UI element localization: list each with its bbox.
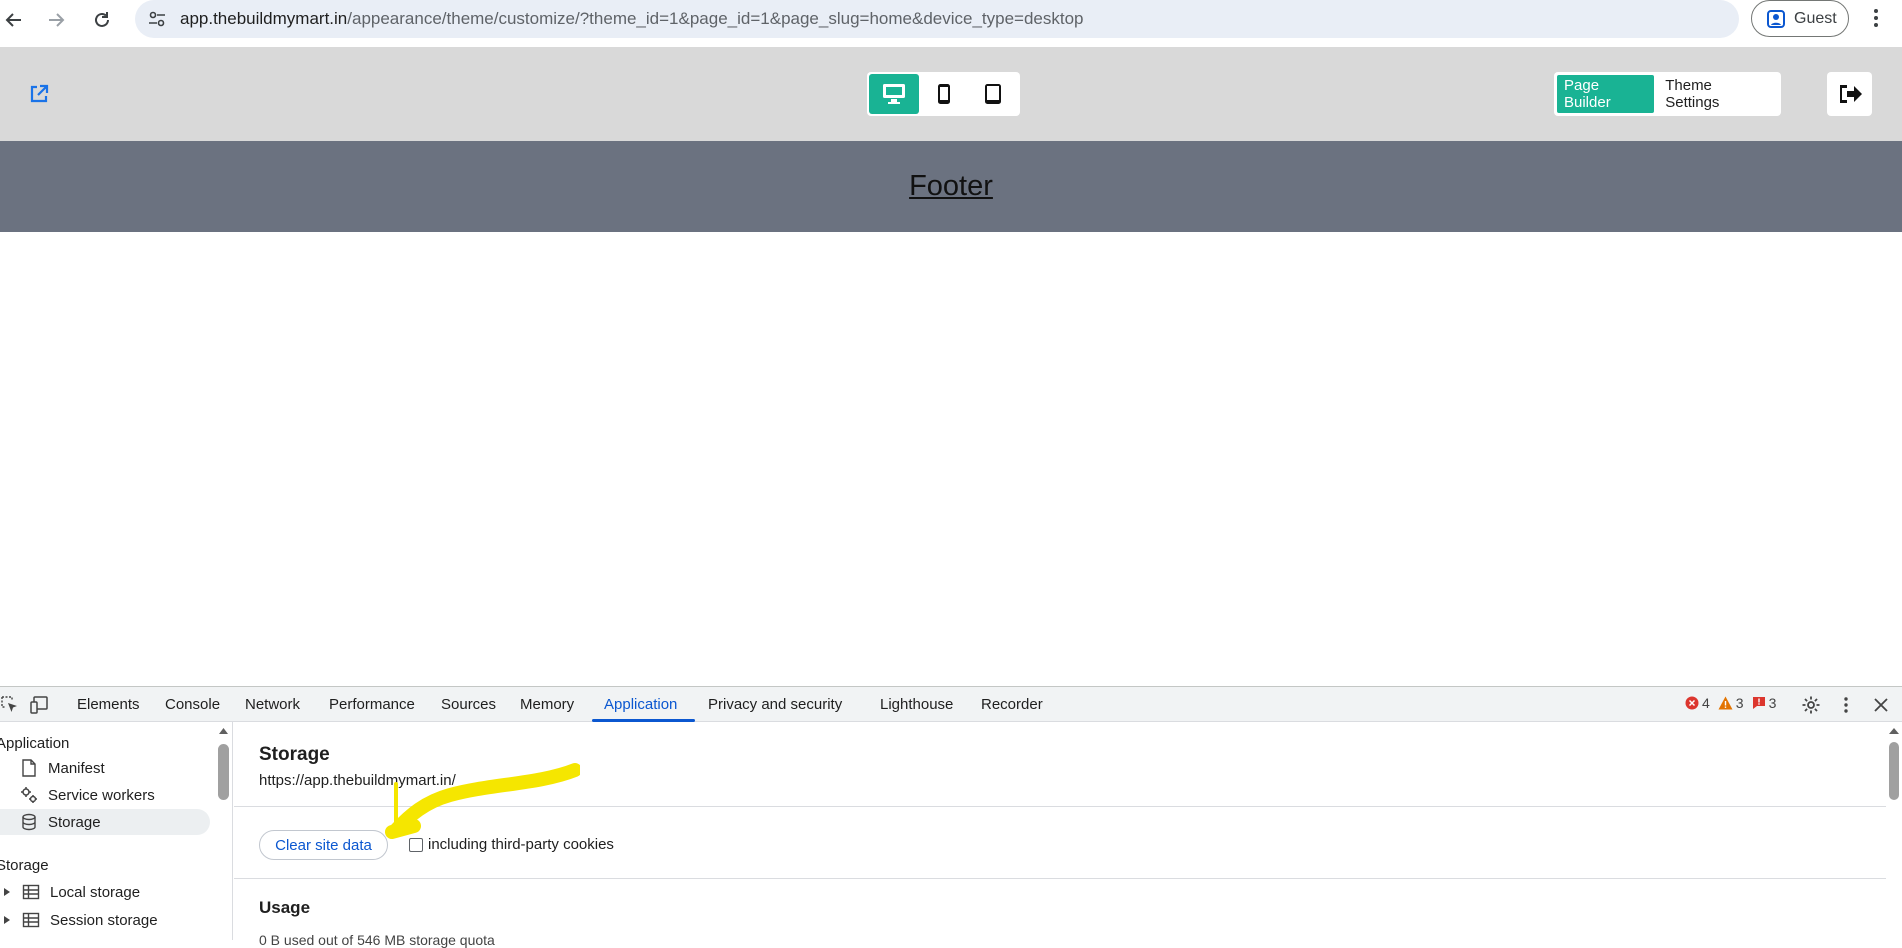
tab-performance[interactable]: Performance [329, 696, 415, 713]
usage-heading: Usage [259, 898, 311, 917]
error-count: 4 [1685, 695, 1710, 711]
profile-icon [1767, 9, 1785, 28]
sidebar-item-local-storage[interactable]: Local storage [0, 879, 210, 905]
profile-button[interactable]: Guest [1751, 0, 1849, 37]
mobile-icon [937, 84, 950, 104]
warning-icon [1718, 696, 1733, 710]
storage-panel: Storage https://app.thebuildmymart.in/ C… [234, 722, 1902, 948]
sidebar-item-label: Service workers [48, 786, 155, 804]
table-icon [22, 884, 40, 900]
browser-toolbar: app.thebuildmymart.in/appearance/theme/c… [0, 0, 1902, 47]
profile-label: Guest [1794, 9, 1837, 27]
sign-out-icon [1839, 85, 1862, 103]
issue-counters[interactable]: 4 3 3 [1685, 695, 1776, 711]
divider [234, 806, 1886, 807]
sidebar-scrollbar[interactable] [218, 722, 229, 940]
site-settings-icon[interactable] [147, 9, 167, 29]
scroll-up-icon[interactable] [1888, 726, 1900, 736]
sidebar-section-application: Application [0, 734, 70, 752]
devtools-sidebar: Application Manifest Service workers Sto… [0, 722, 233, 940]
error-icon [1685, 696, 1699, 710]
issue-flag-icon [1752, 697, 1765, 709]
mobile-view-button[interactable] [919, 74, 969, 114]
desktop-view-button[interactable] [869, 74, 919, 114]
footer-link[interactable]: Footer [909, 170, 993, 203]
tab-elements[interactable]: Elements [77, 696, 140, 713]
sidebar-item-label: Local storage [50, 883, 141, 901]
footer-section: Footer [0, 141, 1902, 232]
builder-tabs: Page Builder Theme Settings [1554, 72, 1781, 116]
sidebar-item-service-workers[interactable]: Service workers [0, 782, 210, 808]
tab-recorder[interactable]: Recorder [981, 696, 1043, 713]
origin-url: https://app.thebuildmymart.in/ [259, 772, 456, 789]
sidebar-item-label: Manifest [48, 759, 105, 777]
tab-application[interactable]: Application [604, 696, 677, 713]
file-icon [22, 759, 36, 777]
browser-menu-icon[interactable] [1866, 6, 1886, 30]
sidebar-scroll-thumb[interactable] [218, 744, 229, 800]
clear-site-data-button[interactable]: Clear site data [259, 830, 388, 860]
device-switcher [867, 72, 1020, 116]
database-icon [22, 813, 36, 831]
tab-console[interactable]: Console [165, 696, 220, 713]
sidebar-item-storage[interactable]: Storage [0, 809, 210, 835]
inspect-element-icon[interactable] [0, 695, 20, 715]
external-link-icon[interactable] [28, 83, 50, 105]
reload-icon[interactable] [88, 6, 116, 34]
tablet-icon [985, 84, 1002, 104]
issues-count: 3 [1752, 695, 1776, 711]
sidebar-item-manifest[interactable]: Manifest [0, 755, 210, 781]
expand-arrow-icon[interactable] [2, 915, 12, 925]
forward-icon[interactable] [42, 6, 70, 34]
sidebar-item-label: Session storage [50, 911, 158, 929]
logout-button[interactable] [1827, 72, 1872, 116]
url-text: app.thebuildmymart.in/appearance/theme/c… [180, 9, 1084, 28]
tab-memory[interactable]: Memory [520, 696, 574, 713]
back-icon[interactable] [0, 6, 28, 34]
divider [234, 878, 1886, 879]
warning-count: 3 [1718, 695, 1744, 711]
devtools-settings-icon[interactable] [1801, 695, 1821, 715]
tab-page-builder[interactable]: Page Builder [1557, 75, 1655, 113]
table-icon [22, 912, 40, 928]
sidebar-item-session-storage[interactable]: Session storage [0, 907, 210, 933]
tablet-view-button[interactable] [968, 74, 1018, 114]
devtools-tabbar: Elements Console Network Performance Sou… [0, 686, 1902, 722]
close-devtools-icon[interactable] [1871, 695, 1891, 715]
third-party-cookies-option[interactable]: including third-party cookies [409, 836, 614, 853]
sidebar-item-label: Storage [48, 813, 101, 831]
tab-theme-settings[interactable]: Theme Settings [1654, 75, 1778, 113]
desktop-icon [882, 84, 905, 104]
checkbox-label: including third-party cookies [428, 836, 614, 853]
device-toolbar-icon[interactable] [30, 695, 50, 715]
tab-privacy-security[interactable]: Privacy and security [708, 696, 842, 713]
gears-icon [21, 787, 37, 803]
panel-scroll-thumb[interactable] [1889, 742, 1899, 800]
scroll-up-icon[interactable] [218, 726, 229, 736]
tab-sources[interactable]: Sources [441, 696, 496, 713]
tab-network[interactable]: Network [245, 696, 300, 713]
builder-header: Page Builder Theme Settings [0, 47, 1902, 141]
panel-title: Storage [259, 744, 330, 765]
third-party-cookies-checkbox[interactable] [409, 837, 423, 852]
usage-text: 0 B used out of 546 MB storage quota [259, 932, 495, 948]
address-bar[interactable]: app.thebuildmymart.in/appearance/theme/c… [135, 0, 1739, 38]
tab-lighthouse[interactable]: Lighthouse [880, 696, 953, 713]
sidebar-section-storage: Storage [0, 856, 49, 874]
panel-scrollbar[interactable] [1888, 722, 1900, 940]
devtools-menu-icon[interactable] [1836, 695, 1856, 715]
expand-arrow-icon[interactable] [2, 887, 12, 897]
